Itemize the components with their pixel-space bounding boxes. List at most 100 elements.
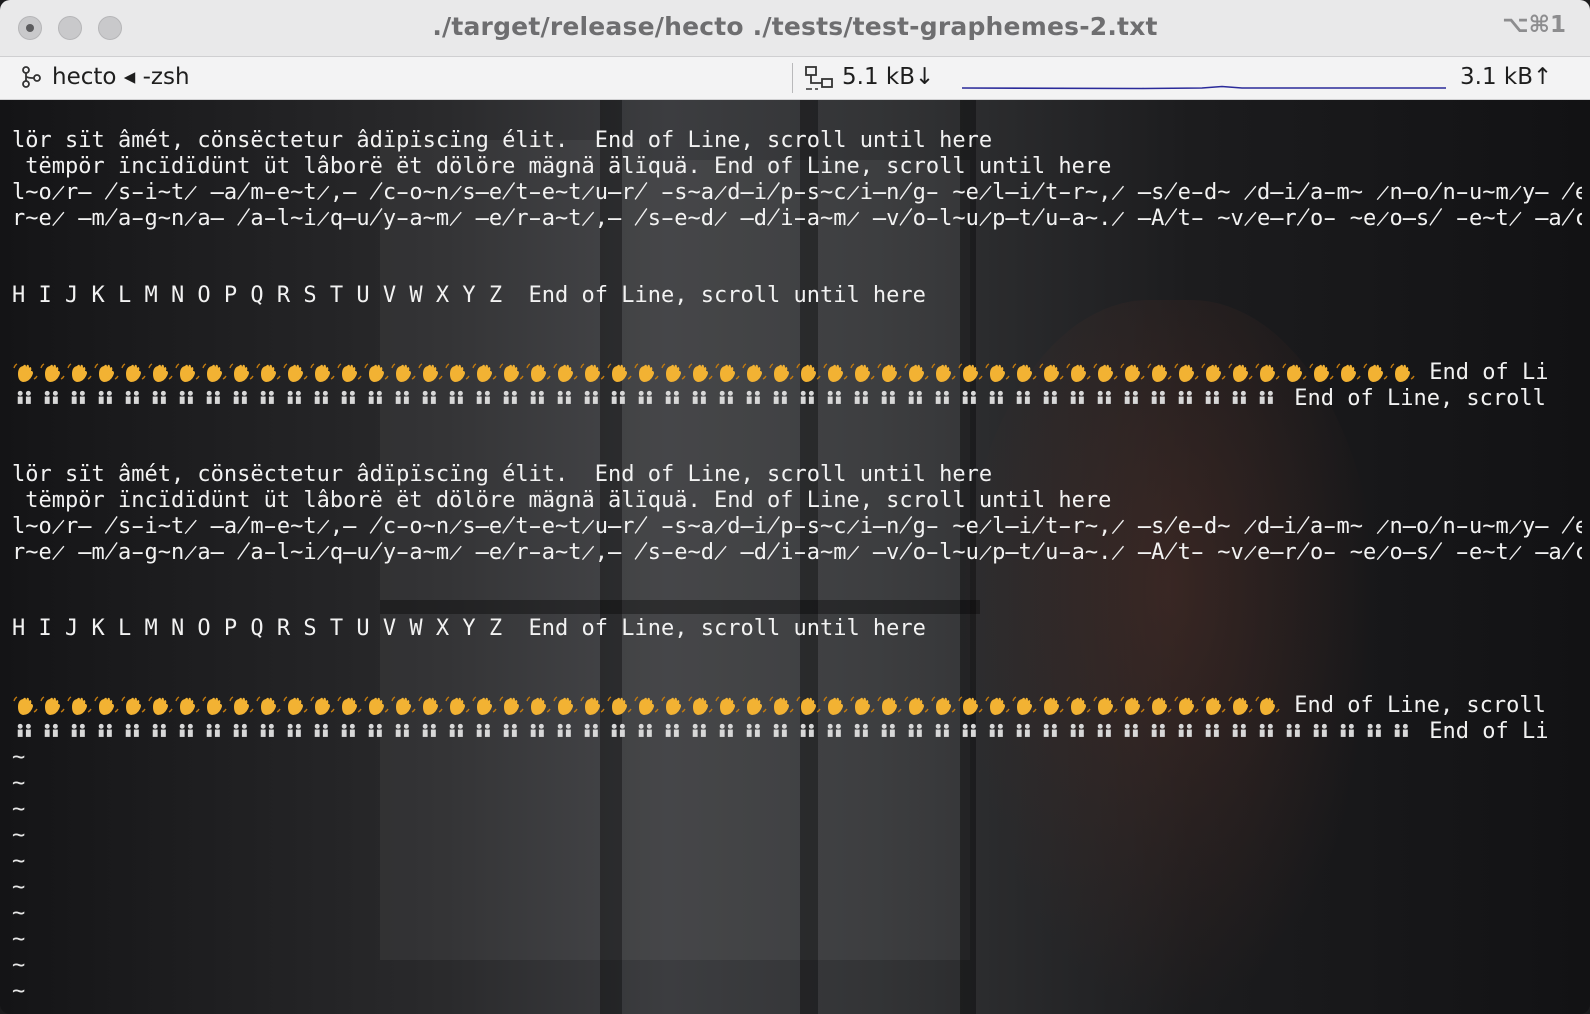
people-icon xyxy=(503,723,517,737)
people-icon xyxy=(341,390,355,404)
waving-hand-icon xyxy=(256,696,281,715)
people-icon xyxy=(98,390,112,404)
waving-hand-icon xyxy=(310,363,335,382)
waving-hand-icon xyxy=(661,363,686,382)
people-icon xyxy=(557,723,571,737)
people-icon xyxy=(584,723,598,737)
waving-hand-icon xyxy=(418,363,443,382)
empty-line-marker: ~ xyxy=(12,849,26,874)
people-icon xyxy=(1178,390,1192,404)
people-icon xyxy=(449,390,463,404)
waving-hand-icon xyxy=(688,363,713,382)
waving-hand-icon xyxy=(796,696,821,715)
people-icon xyxy=(827,723,841,737)
session-tab[interactable]: hecto ◂ -zsh xyxy=(52,64,190,90)
waving-hand-icon xyxy=(1201,696,1226,715)
people-icon xyxy=(476,390,490,404)
waving-hand-icon xyxy=(283,363,308,382)
people-icon xyxy=(314,723,328,737)
window-title: ./target/release/hecto ./tests/test-grap… xyxy=(432,12,1158,41)
waving-hand-icon xyxy=(472,696,497,715)
waving-hand-icon xyxy=(40,363,65,382)
waving-hand-icon xyxy=(175,363,200,382)
people-icon xyxy=(746,390,760,404)
waving-hand-icon xyxy=(202,363,227,382)
waving-hand-icon xyxy=(1255,363,1280,382)
people-icon xyxy=(611,723,625,737)
editor-line: tëmpör ïncïdïdünt üt lâborë ët dölöre mä… xyxy=(12,154,1112,179)
people-icon xyxy=(71,723,85,737)
people-icon xyxy=(557,390,571,404)
waving-hand-icon xyxy=(472,363,497,382)
people-icon xyxy=(206,723,220,737)
waving-hand-icon xyxy=(661,696,686,715)
waving-hand-icon xyxy=(1012,696,1037,715)
waving-hand-icon xyxy=(688,696,713,715)
people-icon xyxy=(98,723,112,737)
editor-line: tëmpör ïncïdïdünt üt lâborë ët dölöre mä… xyxy=(12,488,1112,513)
people-icon xyxy=(1178,723,1192,737)
people-icon xyxy=(854,723,868,737)
people-icon xyxy=(1097,390,1111,404)
people-icon xyxy=(611,390,625,404)
editor-line-text: End of Li xyxy=(1416,719,1549,744)
empty-line-marker: ~ xyxy=(12,745,26,770)
waving-hand-icon xyxy=(175,696,200,715)
people-icon xyxy=(665,723,679,737)
people-icon xyxy=(692,390,706,404)
people-icon xyxy=(692,723,706,737)
people-icon xyxy=(962,723,976,737)
waving-hand-icon xyxy=(1093,363,1118,382)
people-icon xyxy=(476,723,490,737)
people-icon xyxy=(233,723,247,737)
emoji-people-line: End of Line, scroll xyxy=(12,386,1582,412)
waving-hand-icon xyxy=(769,696,794,715)
waving-hand-icon xyxy=(94,363,119,382)
waving-hand-icon xyxy=(445,696,470,715)
editor-lines: lör sït âmét, cönsëctetur âdïpïscïng éli… xyxy=(0,100,1590,1004)
people-icon xyxy=(44,390,58,404)
waving-hand-icon xyxy=(796,363,821,382)
people-icon xyxy=(962,390,976,404)
waving-hand-icon xyxy=(418,696,443,715)
waving-hand-icon xyxy=(1336,363,1361,382)
people-icon xyxy=(1232,723,1246,737)
people-icon xyxy=(1340,723,1354,737)
people-icon xyxy=(935,390,949,404)
people-icon xyxy=(908,723,922,737)
waving-hand-icon xyxy=(283,696,308,715)
title-bar: ./target/release/hecto ./tests/test-grap… xyxy=(0,0,1590,57)
waving-hand-icon xyxy=(67,696,92,715)
waving-hand-icon xyxy=(445,363,470,382)
waving-hand-icon xyxy=(337,696,362,715)
waving-hand-icon xyxy=(1039,363,1064,382)
waving-hand-icon xyxy=(121,696,146,715)
editor-line: H I J K L M N O P Q R S T U V W X Y Z En… xyxy=(12,283,926,308)
terminal-content[interactable]: lör sït âmét, cönsëctetur âdïpïscïng éli… xyxy=(0,100,1590,1014)
people-icon xyxy=(1259,390,1273,404)
people-icon xyxy=(1043,723,1057,737)
waving-hand-icon xyxy=(1390,363,1415,382)
waving-hand-icon xyxy=(904,696,929,715)
waving-hand-icon xyxy=(958,696,983,715)
people-icon xyxy=(1016,390,1030,404)
people-icon xyxy=(1394,723,1408,737)
waving-hand-icon xyxy=(256,363,281,382)
empty-line-marker: ~ xyxy=(12,901,26,926)
waving-hand-icon xyxy=(769,363,794,382)
waving-hand-icon xyxy=(742,696,767,715)
waving-hand-icon xyxy=(607,696,632,715)
people-icon xyxy=(773,723,787,737)
people-icon xyxy=(1313,723,1327,737)
waving-hand-icon xyxy=(1147,363,1172,382)
empty-line-marker: ~ xyxy=(12,927,26,952)
people-icon xyxy=(287,390,301,404)
network-download-rate: 5.1 kB↓ xyxy=(842,64,935,90)
people-icon xyxy=(1286,723,1300,737)
editor-line: l̴o̷r̶ ̸s̵i̴t̷ ̶a̸m̵e̴t̷,̶ ̸c̵o̴n̷s̶e̸t̵… xyxy=(12,514,1582,539)
editor-line: l̴o̷r̶ ̸s̵i̴t̷ ̶a̸m̵e̴t̷,̶ ̸c̵o̴n̷s̶e̸t̵… xyxy=(12,180,1582,206)
waving-hand-icon xyxy=(823,696,848,715)
editor-line: r̴e̷ ̶m̸a̵g̴n̷a̶ ̸a̵l̴i̷q̶u̸y̵a̴m̷ ̶e̸r̵… xyxy=(12,206,1582,231)
waving-hand-icon xyxy=(310,696,335,715)
people-icon xyxy=(530,390,544,404)
